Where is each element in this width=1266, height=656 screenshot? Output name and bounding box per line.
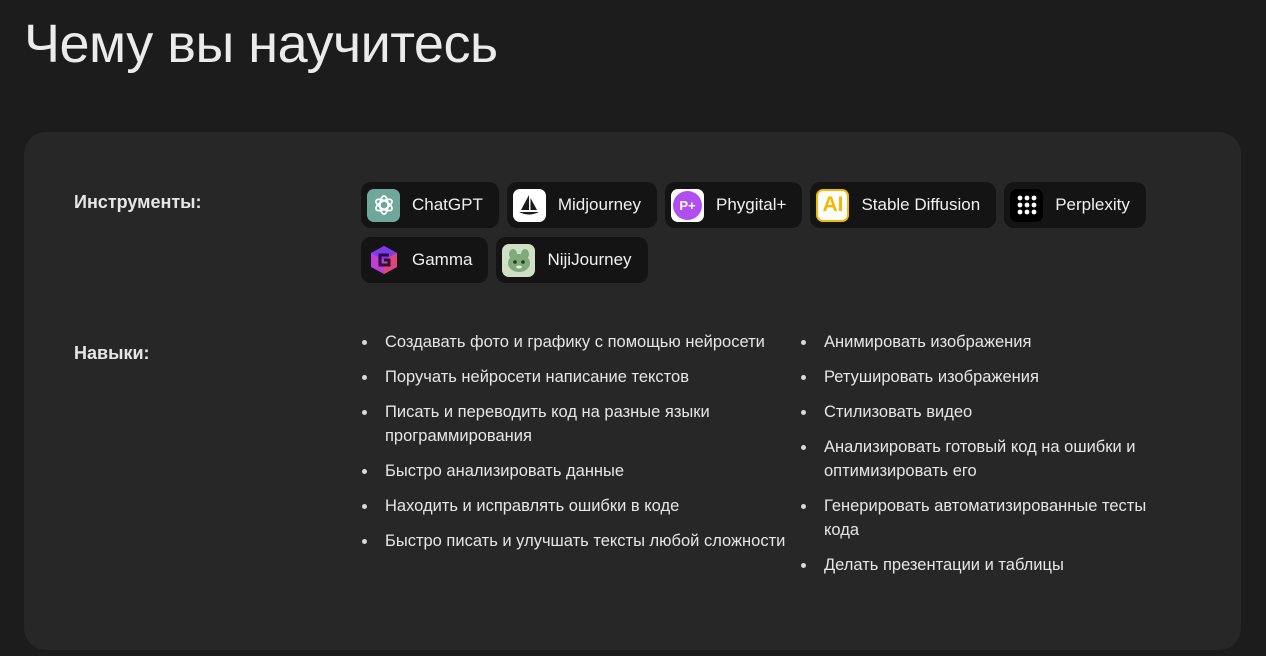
tool-label: Midjourney [557, 195, 642, 214]
phygital-logo-text: P+ [673, 190, 703, 220]
midjourney-icon [512, 188, 546, 222]
learning-card: Инструменты: ChatGPT Midjourney P+ Phygi… [24, 132, 1241, 650]
phygital-icon: P+ [671, 188, 705, 222]
tool-label: Gamma [412, 250, 473, 269]
tool-chip-stable-diffusion[interactable]: AI Stable Diffusion [810, 182, 997, 228]
page-title: Чему вы научитесь [24, 14, 498, 74]
skills-list: Создавать фото и графику с помощью нейро… [361, 330, 1170, 588]
tool-chip-gamma[interactable]: Gamma [361, 237, 489, 283]
perplexity-icon [1010, 188, 1044, 222]
skill-item: Находить и исправлять ошибки в коде [361, 494, 800, 518]
tools-list: ChatGPT Midjourney P+ Phygital+ AI Stabl… [361, 182, 1181, 283]
skill-item: Создавать фото и графику с помощью нейро… [361, 330, 800, 354]
tool-label: ChatGPT [412, 195, 483, 214]
skill-item: Генерировать автоматизированные тесты ко… [800, 494, 1170, 542]
skills-label: Навыки: [74, 343, 150, 363]
skill-item: Быстро анализировать данные [361, 459, 800, 483]
skill-item: Быстро писать и улучшать тексты любой сл… [361, 529, 800, 553]
chatgpt-icon [367, 188, 400, 222]
tool-chip-chatgpt[interactable]: ChatGPT [361, 182, 499, 228]
skills-column-left: Создавать фото и графику с помощью нейро… [361, 330, 800, 588]
skill-item: Стилизовать видео [800, 400, 1170, 424]
skill-item: Ретушировать изображения [800, 365, 1170, 389]
stable-diffusion-icon: AI [816, 188, 850, 222]
tools-label: Инструменты: [74, 192, 202, 212]
tool-label: Perplexity [1055, 195, 1130, 214]
stable-diffusion-logo-text: AI [822, 193, 844, 216]
skill-item: Писать и переводить код на разные языки … [361, 400, 800, 448]
tool-label: Phygital+ [716, 195, 787, 214]
nijijourney-icon [502, 243, 536, 277]
skill-item: Делать презентации и таблицы [800, 553, 1170, 577]
gamma-icon [367, 244, 400, 277]
tool-chip-midjourney[interactable]: Midjourney [506, 182, 658, 228]
tool-chip-perplexity[interactable]: Perplexity [1004, 182, 1146, 228]
skill-item: Анализировать готовый код на ошибки и оп… [800, 435, 1170, 483]
tool-chip-phygital[interactable]: P+ Phygital+ [665, 182, 803, 228]
tool-label: NijiJourney [547, 250, 632, 269]
skill-item: Анимировать изображения [800, 330, 1170, 354]
skill-item: Поручать нейросети написание текстов [361, 365, 800, 389]
tool-label: Stable Diffusion [861, 195, 981, 214]
skills-column-right: Анимировать изображения Ретушировать изо… [800, 330, 1170, 588]
tool-chip-nijijourney[interactable]: NijiJourney [496, 237, 648, 283]
